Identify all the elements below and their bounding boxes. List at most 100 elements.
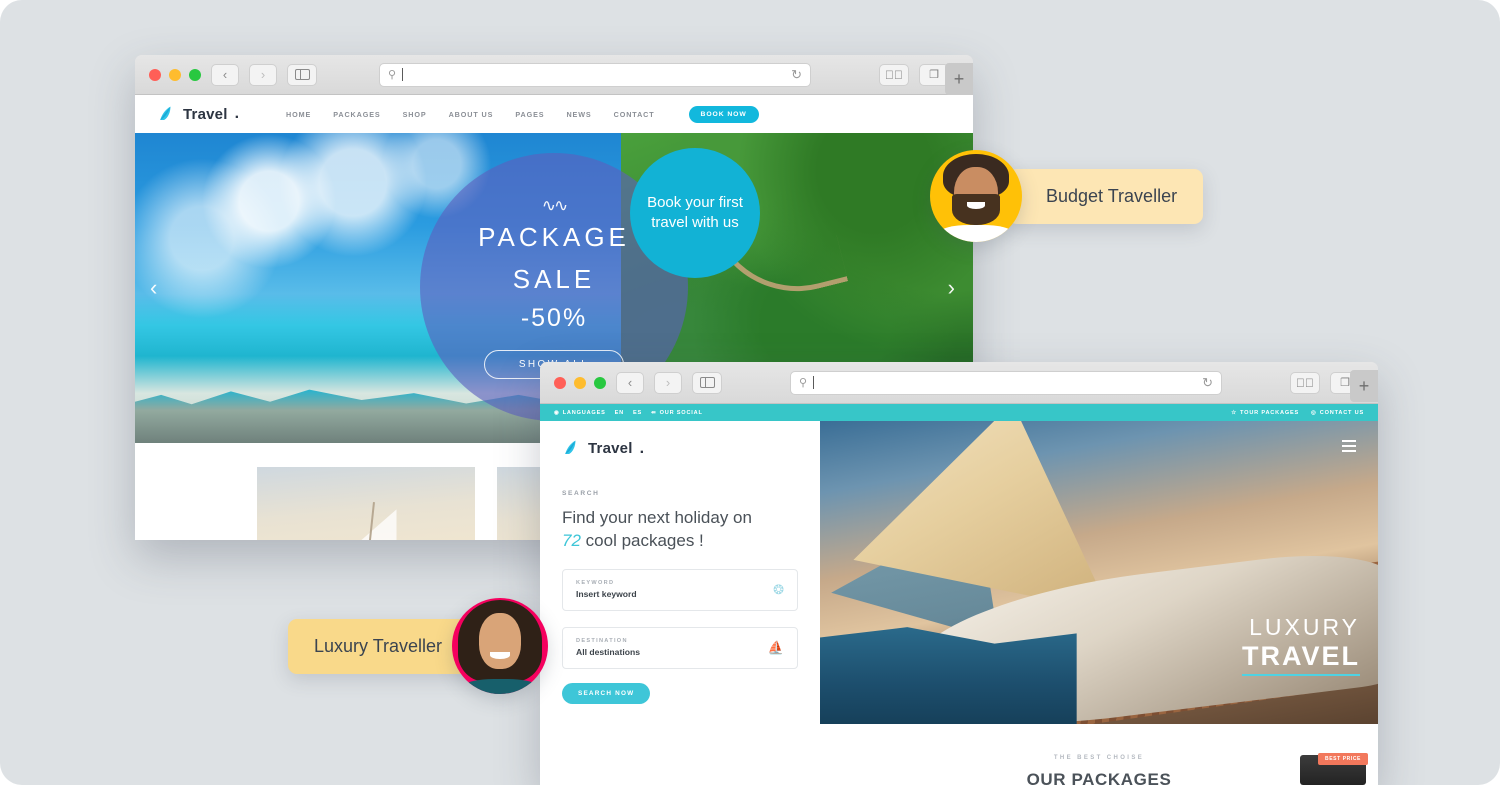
sailboat-icon: ⛵	[767, 639, 784, 655]
wave-icon: ∿∿	[541, 195, 568, 215]
packages-title: OUR PACKAGES	[1027, 770, 1172, 785]
back-button[interactable]: ‹	[211, 63, 239, 86]
page-content-travel-search: ◉ LANGUAGES EN ES ⇚ OUR SOCIAL ☆ TOUR PA…	[540, 404, 1378, 785]
main-column: LUXURY TRAVEL THE BEST CHOISE OUR PACKAG…	[820, 421, 1378, 785]
hero-prev-arrow-icon[interactable]: ‹	[150, 275, 157, 301]
new-tab-button[interactable]: +	[945, 63, 973, 95]
forward-icon: ›	[260, 67, 266, 82]
hero-line-2: SALE	[512, 263, 596, 294]
forward-icon: ›	[665, 375, 671, 390]
forward-button[interactable]: ›	[654, 371, 682, 394]
hamburger-menu-icon[interactable]	[1342, 440, 1356, 452]
keyword-field-label: KEYWORD	[576, 580, 615, 587]
sidebar-toggle-button[interactable]	[692, 371, 722, 394]
keyword-field[interactable]: KEYWORD Insert keyword ❂	[562, 568, 798, 611]
destination-select[interactable]: All destinations	[576, 647, 768, 657]
reload-icon[interactable]: ↻	[791, 67, 802, 83]
close-window-button[interactable]	[149, 68, 161, 81]
tour-packages-label: TOUR PACKAGES	[1240, 409, 1300, 416]
beard-shape	[952, 194, 1000, 226]
luxury-hero-image: LUXURY TRAVEL	[820, 421, 1378, 724]
sail-logo-icon	[160, 106, 171, 120]
hero-line-3: -50%	[520, 303, 588, 332]
screenshot-canvas: ‹ › ⚲ ↻ ⍝ ❐ + Travel	[0, 0, 1500, 785]
share-icon: ⍝	[1296, 375, 1314, 390]
tab-overview-icon: ❐	[1340, 377, 1350, 389]
lang-en-link[interactable]: EN	[615, 410, 624, 416]
destination-field[interactable]: DESTINATION All destinations ⛵	[562, 626, 798, 669]
browser-window-travel-search: ‹ › ⚲ ↻ ⍝ ❐ + ◉ LANGUAGES	[540, 362, 1378, 785]
nav-item-home[interactable]: HOME	[286, 110, 311, 119]
address-bar[interactable]: ⚲ ↻	[379, 62, 811, 87]
lang-es-link[interactable]: ES	[633, 410, 642, 416]
nav-item-about-us[interactable]: ABOUT US	[449, 110, 494, 119]
compass-icon: ❂	[773, 581, 784, 597]
topbar-tour-packages[interactable]: ☆ TOUR PACKAGES	[1231, 410, 1299, 416]
minimize-window-button[interactable]	[574, 376, 586, 389]
persona-callout-luxury: Luxury Traveller	[288, 598, 549, 694]
brand-dot: .	[234, 105, 240, 122]
topbar-languages[interactable]: ◉ LANGUAGES	[554, 410, 606, 416]
utility-topbar: ◉ LANGUAGES EN ES ⇚ OUR SOCIAL ☆ TOUR PA…	[540, 404, 1378, 421]
search-now-button[interactable]: SEARCH NOW	[562, 682, 651, 704]
keyword-input[interactable]: Insert keyword	[576, 589, 773, 599]
site-navbar: Travel . HOME PACKAGES SHOP ABOUT US PAG…	[135, 95, 973, 133]
packages-title-prefix: OUR	[1026, 770, 1072, 785]
browser-toolbar: ‹ › ⚲ ↻ ⍝ ❐ +	[135, 55, 973, 95]
text-caret	[813, 376, 815, 389]
hero-title-top: LUXURY	[1249, 614, 1360, 640]
languages-label: LANGUAGES	[562, 409, 606, 416]
plus-icon: +	[1358, 375, 1370, 396]
browser-toolbar: ‹ › ⚲ ↻ ⍝ ❐ +	[540, 362, 1378, 404]
headline-part-1: Find your next holiday on	[562, 508, 752, 527]
brand-name: Travel	[183, 105, 228, 123]
topbar-right-group: ☆ TOUR PACKAGES ◎ CONTACT US	[1231, 410, 1364, 416]
topbar-our-social[interactable]: ⇚ OUR SOCIAL	[651, 410, 703, 416]
packages-title-underlined: PACKAGES	[1071, 770, 1172, 785]
nav-item-packages[interactable]: PACKAGES	[333, 110, 380, 119]
window-traffic-lights	[149, 68, 201, 81]
search-icon: ⚲	[799, 377, 808, 389]
share-button[interactable]: ⍝	[879, 63, 909, 86]
hero-line-1: PACKAGE	[478, 221, 630, 252]
minimize-window-button[interactable]	[169, 68, 181, 81]
book-first-travel-badge[interactable]: Book your first travel with us	[630, 148, 760, 278]
close-window-button[interactable]	[554, 376, 566, 389]
share-button[interactable]: ⍝	[1290, 371, 1320, 394]
back-icon: ‹	[627, 375, 633, 390]
nav-item-pages[interactable]: PAGES	[515, 110, 544, 119]
maximize-window-button[interactable]	[189, 68, 201, 81]
new-tab-button[interactable]: +	[1350, 370, 1378, 402]
site-logo[interactable]: Travel .	[562, 439, 798, 458]
nav-item-contact[interactable]: CONTACT	[614, 110, 655, 119]
nav-item-shop[interactable]: SHOP	[403, 110, 427, 119]
sidebar-icon	[699, 377, 715, 388]
smile-shape	[966, 201, 986, 209]
avatar-luxury-traveller	[452, 598, 549, 694]
maximize-window-button[interactable]	[594, 376, 606, 389]
plus-icon: +	[953, 68, 965, 89]
topbar-contact-us[interactable]: ◎ CONTACT US	[1311, 410, 1364, 416]
headline-part-2: cool packages !	[585, 530, 704, 550]
shirt-shape	[941, 225, 1011, 242]
hero-next-arrow-icon[interactable]: ›	[948, 275, 955, 301]
sidebar-toggle-button[interactable]	[287, 63, 317, 86]
topbar-left-group: ◉ LANGUAGES EN ES ⇚ OUR SOCIAL	[554, 410, 703, 416]
package-price-badge: BEST PRICE	[1317, 753, 1368, 765]
back-icon: ‹	[222, 67, 228, 82]
globe-icon: ◉	[554, 409, 560, 416]
address-bar[interactable]: ⚲ ↻	[790, 370, 1222, 395]
search-headline: Find your next holiday on 72 cool packag…	[562, 507, 798, 553]
search-sidebar: Travel . SEARCH Find your next holiday o…	[540, 421, 820, 785]
reload-icon[interactable]: ↻	[1202, 375, 1213, 391]
book-now-button[interactable]: BOOK NOW	[688, 105, 759, 123]
nav-item-news[interactable]: NEWS	[566, 110, 591, 119]
site-logo[interactable]: Travel .	[157, 105, 239, 124]
back-button[interactable]: ‹	[616, 371, 644, 394]
forward-button[interactable]: ›	[249, 63, 277, 86]
share-icon: ⍝	[885, 67, 903, 82]
persona-callout-budget: Budget Traveller	[930, 150, 1204, 242]
share-nodes-icon: ⇚	[651, 409, 657, 416]
face-illustration	[452, 598, 548, 694]
gallery-thumb[interactable]	[257, 467, 475, 540]
